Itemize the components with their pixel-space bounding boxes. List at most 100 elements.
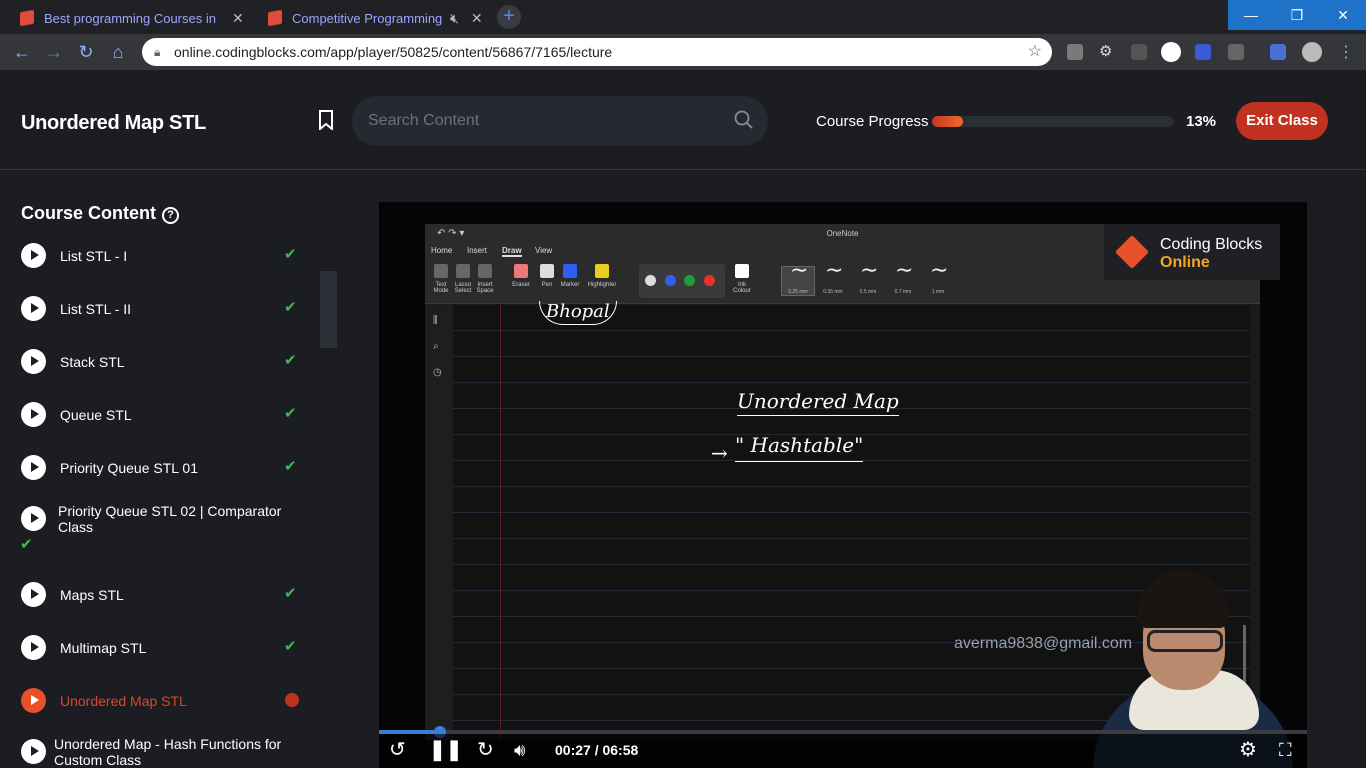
tab-title: Competitive Programming | bbox=[292, 10, 442, 26]
stroke-size-option: 1 mm bbox=[921, 255, 955, 296]
forward-icon[interactable]: → bbox=[44, 42, 64, 63]
lesson-item[interactable]: Multimap STL ✔ bbox=[0, 621, 320, 674]
course-content-title: Course Content? bbox=[21, 203, 179, 224]
play-icon bbox=[21, 349, 46, 374]
pen-color-green bbox=[684, 275, 695, 286]
browser-tab-2[interactable]: Competitive Programming | 🔇︎ ✕ bbox=[248, 2, 488, 34]
video-player[interactable]: ↶ ↷ ▾ OneNote Home Insert Draw View Text… bbox=[379, 202, 1307, 768]
search-icon: ⌕ bbox=[433, 341, 439, 352]
lesson-item[interactable]: List STL - II ✔ bbox=[0, 282, 320, 335]
completed-check-icon: ✔ bbox=[284, 458, 297, 475]
lesson-title: Stack STL bbox=[60, 354, 125, 370]
recent-clock-icon: ◷ bbox=[433, 367, 442, 378]
close-tab-icon[interactable]: ✕ bbox=[232, 10, 244, 27]
media-extension-icon[interactable] bbox=[1270, 44, 1286, 60]
tool-label: Text Mode bbox=[433, 282, 449, 294]
text-mode-tool: Text Mode bbox=[429, 264, 453, 294]
lesson-title: Priority Queue STL 01 bbox=[60, 460, 198, 476]
volume-icon[interactable]: 🔊︎ bbox=[514, 738, 525, 762]
onenote-sidebar: ⫼ ⌕ ◷ bbox=[425, 305, 453, 740]
url-text: online.codingblocks.com/app/player/50825… bbox=[174, 44, 613, 60]
forward-skip-icon[interactable]: ↻ bbox=[477, 738, 494, 762]
fullscreen-icon[interactable]: ⛶ bbox=[1279, 738, 1292, 762]
settings-gear-icon[interactable]: ⚙ bbox=[1239, 738, 1257, 762]
gear-extension-icon[interactable]: ⚙ bbox=[1099, 42, 1115, 60]
lasso-select-tool: Lasso Select bbox=[451, 264, 475, 294]
codingblocks-favicon-icon bbox=[268, 9, 282, 27]
lesson-item[interactable]: Priority Queue STL 01 ✔ bbox=[0, 441, 320, 494]
stroke-size-option: 0.5 mm bbox=[851, 255, 885, 296]
handwriting-hashtable: " Hashtable" bbox=[735, 433, 864, 462]
play-icon bbox=[21, 635, 46, 660]
player-header: Unordered Map STL Search Content Course … bbox=[0, 70, 1366, 170]
completed-check-icon: ✔ bbox=[284, 638, 297, 655]
facebook-extension-icon[interactable] bbox=[1195, 44, 1211, 60]
page-title: Unordered Map STL bbox=[21, 112, 206, 134]
search-input[interactable]: Search Content bbox=[352, 96, 768, 146]
onenote-tab-home: Home bbox=[431, 246, 453, 255]
completed-check-icon: ✔ bbox=[284, 352, 297, 369]
completed-check-icon: ✔ bbox=[284, 246, 297, 263]
close-tab-icon[interactable]: ✕ bbox=[471, 10, 483, 27]
onenote-title: OneNote bbox=[826, 229, 859, 238]
codingblocks-favicon-icon bbox=[20, 9, 34, 27]
lesson-item[interactable]: Maps STL ✔ bbox=[0, 568, 320, 621]
extension-icon[interactable] bbox=[1067, 44, 1083, 60]
lesson-title: List STL - II bbox=[60, 301, 132, 317]
logo-line2: Online bbox=[1160, 254, 1210, 271]
tool-label: Insert Space bbox=[476, 282, 494, 294]
lesson-title: Maps STL bbox=[60, 587, 124, 603]
sidebar-scrollbar[interactable] bbox=[320, 271, 337, 348]
onenote-tab-view: View bbox=[535, 246, 553, 255]
bookmark-icon[interactable] bbox=[318, 110, 334, 130]
tool-label: Highlighter bbox=[587, 282, 617, 288]
video-time: 00:27 / 06:58 bbox=[555, 742, 639, 758]
coding-blocks-logo: Coding Blocks Online bbox=[1104, 224, 1280, 280]
back-icon[interactable]: ← bbox=[12, 42, 32, 63]
reload-icon[interactable]: ↻ bbox=[76, 42, 96, 63]
play-icon bbox=[21, 688, 46, 713]
play-icon bbox=[21, 739, 46, 764]
maximize-button[interactable]: ❐ bbox=[1274, 0, 1320, 30]
extension-icon[interactable] bbox=[1131, 44, 1147, 60]
pen-color-red bbox=[704, 275, 715, 286]
profile-avatar[interactable] bbox=[1302, 42, 1322, 62]
onenote-tab-draw: Draw bbox=[502, 246, 522, 257]
tool-label: Pen bbox=[541, 282, 553, 288]
play-icon bbox=[21, 296, 46, 321]
minimize-button[interactable]: — bbox=[1228, 0, 1274, 30]
tab-title: Best programming Courses in De bbox=[44, 10, 220, 26]
browser-menu-icon[interactable]: ⋮ bbox=[1336, 42, 1356, 62]
browser-tab-1[interactable]: Best programming Courses in De ✕ bbox=[0, 2, 248, 34]
json-extension-icon[interactable] bbox=[1161, 42, 1181, 62]
tool-label: Eraser bbox=[512, 282, 530, 288]
rewind-icon[interactable]: ↺ bbox=[389, 738, 406, 762]
new-tab-button[interactable]: + bbox=[497, 5, 521, 29]
lesson-item[interactable]: Stack STL ✔ bbox=[0, 335, 320, 388]
address-bar[interactable]: 🔒︎ online.codingblocks.com/app/player/50… bbox=[142, 38, 1052, 66]
mute-icon[interactable]: 🔇︎ bbox=[450, 10, 459, 27]
help-icon[interactable]: ? bbox=[162, 207, 179, 224]
coding-blocks-cube-icon bbox=[1115, 235, 1149, 269]
video-controls: ↺ ❚❚ ↻ 🔊︎ 00:27 / 06:58 ⚙ ⛶ bbox=[379, 734, 1307, 768]
course-progress-label: Course Progress bbox=[816, 113, 929, 130]
close-window-button[interactable]: ✕ bbox=[1320, 0, 1366, 30]
lesson-item[interactable]: Priority Queue STL 02 | Comparator Class… bbox=[0, 494, 320, 552]
search-icon[interactable] bbox=[734, 110, 754, 130]
lesson-item[interactable]: Queue STL ✔ bbox=[0, 388, 320, 441]
eraser-tool: Eraser bbox=[509, 264, 533, 288]
completed-check-icon: ✔ bbox=[20, 536, 33, 553]
pause-icon[interactable]: ❚❚ bbox=[429, 738, 463, 762]
lesson-item[interactable]: Unordered Map STL bbox=[0, 674, 320, 727]
bookmark-star-icon[interactable]: ☆ bbox=[1028, 38, 1042, 66]
lesson-item[interactable]: List STL - I ✔ bbox=[0, 243, 320, 282]
insert-space-tool: Insert Space bbox=[473, 264, 497, 294]
home-icon[interactable]: ⌂ bbox=[108, 42, 128, 63]
extension-icon[interactable] bbox=[1228, 44, 1244, 60]
lesson-item[interactable]: Unordered Map - Hash Functions for Custo… bbox=[0, 727, 320, 768]
play-icon bbox=[21, 243, 46, 268]
course-progress-bar bbox=[932, 116, 1174, 127]
exit-class-button[interactable]: Exit Class bbox=[1236, 102, 1328, 140]
stroke-size-option: 0.25 mm bbox=[781, 255, 815, 296]
marker-tool: Marker bbox=[558, 264, 582, 288]
